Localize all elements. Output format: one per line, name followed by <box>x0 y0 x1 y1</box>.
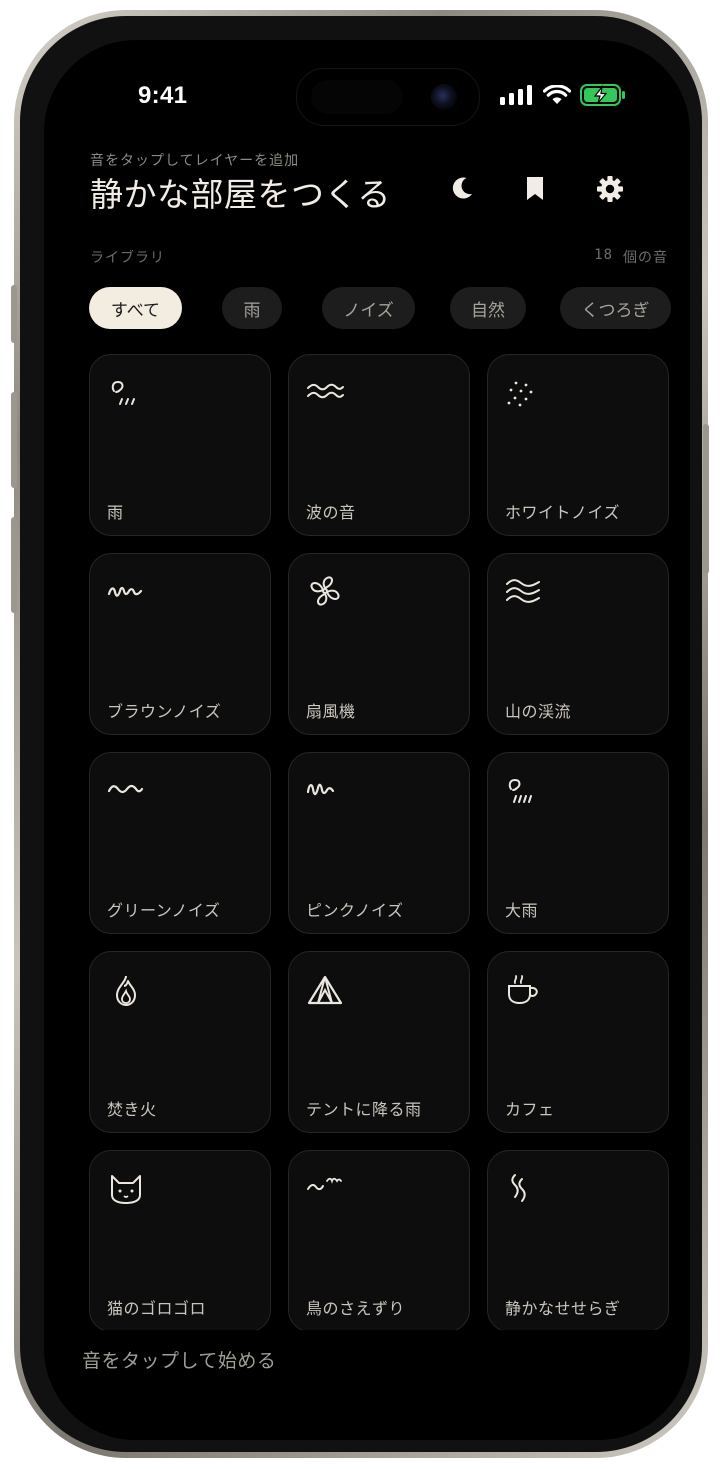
heavy-rain-icon <box>508 778 532 803</box>
sound-card-label: グリーンノイズ <box>107 901 221 920</box>
page-title: 静かな部屋をつくる <box>90 175 391 214</box>
moon-button[interactable] <box>448 174 476 206</box>
sound-card-birdsong[interactable]: 鳥のさえずり <box>288 1150 470 1332</box>
bookmark-button[interactable] <box>522 174 548 206</box>
sound-card-label: 山の渓流 <box>505 702 572 721</box>
sound-card-label: 鳥のさえずり <box>306 1299 406 1318</box>
fire-icon <box>116 975 136 1006</box>
action-side-button <box>11 285 17 343</box>
rain-icon <box>111 380 135 405</box>
sound-card-label: ピンクノイズ <box>306 901 404 920</box>
sound-card-label: 静かなせせらぎ <box>505 1299 621 1318</box>
volume-up-side-button <box>11 392 17 488</box>
footer-bar: 音をタップして始める <box>44 1330 690 1440</box>
gear-icon <box>597 176 623 202</box>
waves-icon <box>307 383 344 399</box>
sound-card-green-noise[interactable]: グリーンノイズ <box>89 752 271 934</box>
filter-chip-noise[interactable]: ノイズ <box>322 287 415 329</box>
coffee-cup-icon <box>508 975 538 1005</box>
sound-count-suffix: 個の音 <box>623 250 668 266</box>
wifi-icon <box>543 85 571 104</box>
wave-line-icon <box>107 784 144 794</box>
sound-card-cat-purr[interactable]: 猫のゴロゴロ <box>89 1150 271 1332</box>
ripple-icon <box>511 1174 526 1202</box>
sound-card-fan[interactable]: 扇風機 <box>288 553 470 735</box>
sound-card-pink-noise[interactable]: ピンクノイズ <box>288 752 470 934</box>
stream-icon <box>506 579 540 603</box>
filter-chip-all[interactable]: すべて <box>89 287 182 329</box>
sound-card-waves[interactable]: 波の音 <box>288 354 470 536</box>
status-time: 9:41 <box>138 82 188 109</box>
sound-card-label: 大雨 <box>505 901 539 920</box>
page-subtitle: 音をタップしてレイヤーを追加 <box>90 153 300 169</box>
sound-card-mountain-stream[interactable]: 山の渓流 <box>487 553 669 735</box>
status-icons <box>500 84 626 106</box>
signal-icon <box>500 85 532 105</box>
battery-icon <box>580 84 625 106</box>
power-side-button <box>703 424 709 574</box>
sound-card-heavy-rain[interactable]: 大雨 <box>487 752 669 934</box>
fan-icon <box>310 576 340 606</box>
library-label: ライブラリ <box>90 250 165 266</box>
sound-card-quiet-brook[interactable]: 静かなせせらぎ <box>487 1150 669 1332</box>
sound-card-label: 波の音 <box>306 503 356 522</box>
sound-card-cafe[interactable]: カフェ <box>487 951 669 1133</box>
sound-count-number: 18 <box>594 247 613 263</box>
sound-count: 18 個の音 <box>594 247 668 267</box>
settings-button[interactable] <box>595 174 625 208</box>
dynamic-island <box>296 68 480 126</box>
filter-chip-rain[interactable]: 雨 <box>222 287 282 329</box>
footer-hint: 音をタップして始める <box>82 1350 277 1372</box>
pink-wave-icon <box>306 783 335 796</box>
camera-icon <box>431 84 457 110</box>
cat-icon <box>111 1175 141 1204</box>
filter-chip-relax[interactable]: くつろぎ <box>560 287 671 329</box>
sound-card-brown-noise[interactable]: ブラウンノイズ <box>89 553 271 735</box>
phone-frame: 9:41 音をタップしてレイヤーを追加 静かな部屋をつくる ライブラリ 18 個… <box>14 10 708 1458</box>
sound-card-label: 焚き火 <box>107 1100 157 1119</box>
bird-icon <box>307 1177 342 1191</box>
sound-card-label: 雨 <box>107 503 124 522</box>
sound-card-label: テントに降る雨 <box>306 1100 422 1119</box>
sound-card-label: 猫のゴロゴロ <box>107 1299 207 1318</box>
filter-chip-nature[interactable]: 自然 <box>450 287 526 329</box>
sparkle-dots-icon <box>507 381 533 407</box>
screen: 9:41 音をタップしてレイヤーを追加 静かな部屋をつくる ライブラリ 18 個… <box>44 40 690 1440</box>
sound-card-tent-rain[interactable]: テントに降る雨 <box>288 951 470 1133</box>
sound-card-campfire[interactable]: 焚き火 <box>89 951 271 1133</box>
volume-down-side-button <box>11 517 17 613</box>
tent-icon <box>307 975 343 1005</box>
sound-card-label: ホワイトノイズ <box>505 503 621 522</box>
sound-card-label: カフェ <box>505 1100 555 1119</box>
sound-card-label: 扇風機 <box>306 702 356 721</box>
sound-card-white-noise[interactable]: ホワイトノイズ <box>487 354 669 536</box>
sound-card-rain[interactable]: 雨 <box>89 354 271 536</box>
squiggle-icon <box>107 586 143 597</box>
bookmark-icon <box>527 177 543 200</box>
sound-card-label: ブラウンノイズ <box>107 702 222 721</box>
phone-bezel: 9:41 音をタップしてレイヤーを追加 静かな部屋をつくる ライブラリ 18 個… <box>20 16 702 1452</box>
moon-icon <box>452 177 472 199</box>
